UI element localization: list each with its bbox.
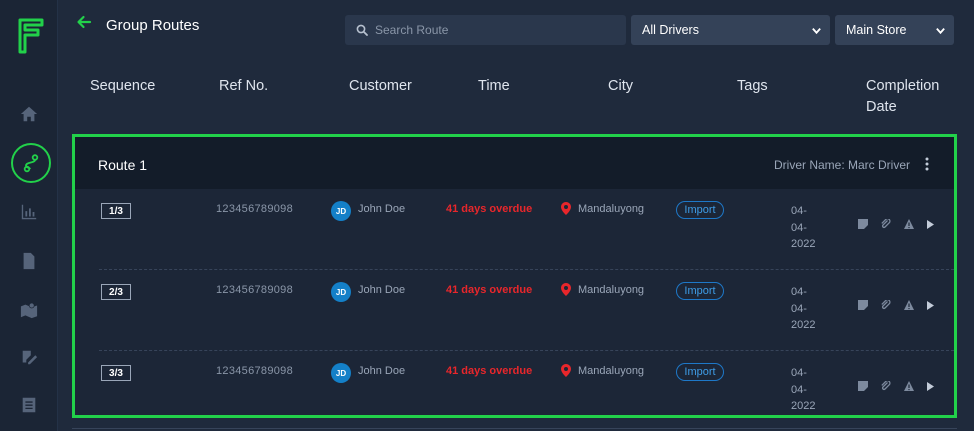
store-select-value: Main Store (846, 23, 907, 37)
avatar: JD (331, 201, 351, 221)
location-pin-icon (561, 364, 571, 377)
city: Mandaluyong (578, 365, 645, 377)
attachment-icon[interactable] (881, 219, 891, 229)
chevron-down-icon (936, 27, 945, 34)
note-icon[interactable] (858, 219, 868, 229)
caret-right-icon[interactable] (927, 300, 934, 310)
route-row[interactable]: 1/3 123456789098 JD John Doe 41 days ove… (99, 189, 954, 270)
attachment-icon[interactable] (881, 300, 891, 310)
caret-right-icon[interactable] (927, 219, 934, 229)
location-pin-icon (561, 202, 571, 215)
attachment-icon[interactable] (881, 381, 891, 391)
route-header: Route 1 Driver Name: Marc Driver (75, 137, 954, 189)
warning-icon[interactable] (904, 300, 914, 310)
caret-right-icon[interactable] (927, 381, 934, 391)
search-icon (356, 24, 368, 36)
driver-name: Driver Name: Marc Driver (773, 158, 910, 172)
column-header-completion-date: Completion Date (866, 76, 939, 118)
column-header-completion-line2: Date (866, 99, 897, 115)
back-arrow-icon[interactable] (76, 14, 92, 30)
warning-icon[interactable] (904, 381, 914, 391)
tag-badge[interactable]: Import (676, 282, 724, 300)
route-panel: Route 1 Driver Name: Marc Driver 1/3 123… (72, 134, 957, 418)
page-title: Group Routes (106, 17, 200, 34)
tag-badge[interactable]: Import (676, 363, 724, 381)
sequence-badge: 1/3 (101, 203, 131, 219)
date-part: 04- (791, 367, 807, 379)
ref-number: 123456789098 (216, 365, 294, 377)
completion-date: 04- 04- 2022 (791, 203, 825, 253)
date-part: 04- (791, 221, 807, 234)
row-actions (858, 381, 934, 391)
completion-date: 04- 04- 2022 (791, 365, 825, 415)
drivers-select-value: All Drivers (642, 23, 699, 37)
customer-name: John Doe (358, 365, 406, 377)
overdue-time: 41 days overdue (446, 284, 533, 296)
route-row[interactable]: 3/3 123456789098 JD John Doe 41 days ove… (99, 351, 954, 431)
date-part: 2022 (791, 238, 816, 250)
date-part: 04- (791, 383, 807, 396)
note-icon[interactable] (858, 300, 868, 310)
store-select[interactable]: Main Store (835, 15, 954, 45)
route-title: Route 1 (98, 157, 148, 173)
sequence-badge: 3/3 (101, 365, 131, 381)
city: Mandaluyong (578, 203, 645, 215)
completion-date: 04- 04- 2022 (791, 284, 825, 334)
search-box[interactable] (345, 15, 626, 45)
column-header-ref: Ref No. (219, 78, 269, 94)
note-icon[interactable] (858, 381, 868, 391)
search-input[interactable] (375, 23, 615, 37)
customer-name: John Doe (358, 203, 406, 215)
ref-number: 123456789098 (216, 284, 294, 296)
logo-icon (18, 18, 44, 54)
row-actions (858, 219, 934, 229)
column-header-sequence: Sequence (90, 78, 156, 94)
chart-icon[interactable] (0, 197, 58, 227)
overdue-time: 41 days overdue (446, 203, 533, 215)
overdue-time: 41 days overdue (446, 365, 533, 377)
kebab-menu-icon[interactable] (924, 157, 930, 171)
drivers-select[interactable]: All Drivers (631, 15, 830, 45)
date-part: 04- (791, 302, 807, 315)
home-icon[interactable] (0, 99, 58, 129)
document-icon[interactable] (0, 246, 58, 276)
date-part: 04- (791, 205, 807, 217)
customer-name: John Doe (358, 284, 406, 296)
ref-number: 123456789098 (216, 203, 294, 215)
column-header-tags: Tags (737, 78, 768, 94)
column-header-completion-line1: Completion (866, 78, 940, 94)
avatar: JD (331, 282, 351, 302)
chevron-down-icon (812, 27, 821, 34)
date-part: 2022 (791, 400, 816, 412)
routes-icon[interactable] (11, 143, 51, 183)
sequence-badge: 2/3 (101, 284, 131, 300)
route-row[interactable]: 2/3 123456789098 JD John Doe 41 days ove… (99, 270, 954, 351)
avatar: JD (331, 363, 351, 383)
row-actions (858, 300, 934, 310)
warning-icon[interactable] (904, 219, 914, 229)
map-icon[interactable] (0, 295, 58, 325)
list-icon[interactable] (0, 390, 58, 420)
column-header-city: City (608, 78, 633, 94)
column-header-time: Time (478, 78, 510, 94)
edit-icon[interactable] (0, 343, 58, 373)
city: Mandaluyong (578, 284, 645, 296)
tag-badge[interactable]: Import (676, 201, 724, 219)
divider (72, 428, 957, 429)
location-pin-icon (561, 283, 571, 296)
sidebar (0, 0, 58, 431)
date-part: 2022 (791, 319, 816, 331)
column-header-customer: Customer (349, 78, 412, 94)
date-part: 04- (791, 286, 807, 298)
